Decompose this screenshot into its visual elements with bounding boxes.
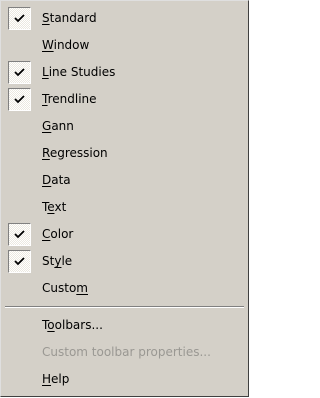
menu-item-label: Data <box>42 173 71 187</box>
menu-item-data[interactable]: Data <box>3 167 246 194</box>
menu-item-label: Text <box>42 200 67 214</box>
checkmark-icon <box>8 7 31 30</box>
menu-item-label: Toolbars... <box>42 318 103 332</box>
menu-item-gann[interactable]: Gann <box>3 113 246 140</box>
menu-item-label: Gann <box>42 119 74 133</box>
menu-item-trendline[interactable]: Trendline <box>3 86 246 113</box>
menu-item-help[interactable]: Help <box>3 366 246 393</box>
menu-item-label: Trendline <box>42 92 97 106</box>
menu-item-label: Style <box>42 254 73 268</box>
checkmark-icon <box>8 61 31 84</box>
menu-item-custom[interactable]: Custom <box>3 275 246 302</box>
menu-separator <box>3 302 246 312</box>
menu-item-standard[interactable]: Standard <box>3 5 246 32</box>
menu-item-style[interactable]: Style <box>3 248 246 275</box>
menu-item-custom-toolbar-properties: Custom toolbar properties... <box>3 339 246 366</box>
context-menu: Standard Window Line Studies Trendline Gann R… <box>0 0 249 397</box>
menu-item-label: Standard <box>42 11 97 25</box>
checkmark-icon <box>8 223 31 246</box>
menu-item-window[interactable]: Window <box>3 32 246 59</box>
menu-item-label: Window <box>42 38 90 52</box>
menu-item-regression[interactable]: Regression <box>3 140 246 167</box>
menu-item-toolbars[interactable]: Toolbars... <box>3 312 246 339</box>
menu-item-label: Line Studies <box>42 65 116 79</box>
menu-item-label: Custom toolbar properties... <box>42 345 211 359</box>
menu-item-label: Help <box>42 372 70 386</box>
menu-item-color[interactable]: Color <box>3 221 246 248</box>
menu-item-label: Custom <box>42 281 88 295</box>
menu-item-label: Regression <box>42 146 108 160</box>
menu-item-line-studies[interactable]: Line Studies <box>3 59 246 86</box>
menu-item-text[interactable]: Text <box>3 194 246 221</box>
checkmark-icon <box>8 88 31 111</box>
checkmark-icon <box>8 250 31 273</box>
menu-item-label: Color <box>42 227 74 241</box>
